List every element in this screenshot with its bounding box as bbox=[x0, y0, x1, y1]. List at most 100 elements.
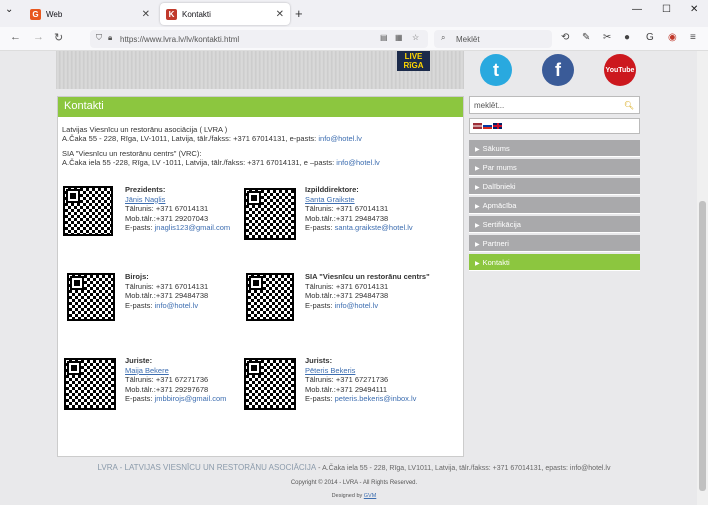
menu-label: Kontakti bbox=[482, 258, 510, 267]
contact-person-link[interactable]: Jānis Naglis bbox=[125, 195, 230, 205]
contact-role: Birojs: bbox=[125, 272, 149, 281]
contact-email-link[interactable]: info@hotel.lv bbox=[155, 301, 198, 310]
tab-bar: G Web ✕ K Kontakti ✕ + — ☐ ✕ ⌄ bbox=[0, 0, 708, 27]
footer-org: LVRA - LATVIJAS VIESNĪCU UN RESTORĀNU AS… bbox=[97, 463, 317, 472]
sidebar-item-kontakti[interactable]: ▶ Kontakti bbox=[469, 254, 640, 271]
youtube-icon[interactable]: YouTube bbox=[604, 54, 636, 86]
sidebar-item-sertifikacija[interactable]: ▶ Sertifikācija bbox=[469, 216, 640, 233]
maximize-icon[interactable]: ☐ bbox=[662, 4, 671, 15]
site-search-input[interactable]: meklēt... 🔍︎ bbox=[469, 96, 640, 114]
contact-mobile: Mob.tālr.:+371 29484738 bbox=[125, 291, 209, 300]
twitter-icon[interactable]: t bbox=[480, 54, 512, 86]
web-page: LIVE RīGA t f YouTube Kontakti Latvijas … bbox=[0, 51, 708, 505]
sidebar-item-sakums[interactable]: ▶ Sākums bbox=[469, 140, 640, 157]
arrow-right-icon: ▶ bbox=[475, 261, 480, 267]
tab-kontakti[interactable]: K Kontakti ✕ bbox=[160, 3, 290, 25]
email-label: E-pasts: bbox=[305, 394, 333, 403]
lock-icon[interactable]: 🔒︎ bbox=[108, 33, 112, 43]
close-window-icon[interactable]: ✕ bbox=[690, 4, 698, 15]
live-riga-logo[interactable]: LIVE RīGA bbox=[397, 51, 430, 71]
g-favicon-icon: G bbox=[30, 8, 41, 20]
menu-label: Sākums bbox=[482, 144, 510, 153]
scrollbar[interactable] bbox=[697, 51, 708, 505]
email-label: E-pasts: bbox=[125, 300, 153, 310]
qr-code-icon bbox=[64, 358, 116, 410]
sidebar-item-partneri[interactable]: ▶ Partneri bbox=[469, 235, 640, 252]
tab-label: Web bbox=[46, 9, 63, 19]
minimize-icon[interactable]: — bbox=[632, 4, 642, 15]
arrow-right-icon: ▶ bbox=[475, 242, 480, 248]
forward-icon[interactable]: → bbox=[33, 31, 44, 43]
menu-label: Sertifikācija bbox=[482, 220, 521, 229]
arrow-right-icon: ▶ bbox=[475, 204, 480, 210]
contact-role: Jurists: bbox=[305, 356, 333, 365]
profile-icon[interactable]: ● bbox=[624, 32, 630, 43]
latvian-flag-icon[interactable] bbox=[473, 123, 482, 129]
contact-phone: Tālrunis: +371 67014131 bbox=[305, 281, 389, 291]
english-flag-icon[interactable] bbox=[493, 123, 502, 129]
translate-icon[interactable]: G bbox=[646, 32, 654, 43]
qr-icon[interactable]: ▦ bbox=[395, 33, 403, 42]
contact-email-link[interactable]: jmbbirojs@gmail.com bbox=[155, 394, 227, 403]
qr-code-icon bbox=[244, 358, 296, 410]
contact-email-link[interactable]: info@hotel.lv bbox=[335, 301, 378, 310]
scrollbar-thumb[interactable] bbox=[699, 201, 706, 491]
new-tab-button[interactable]: + bbox=[295, 6, 303, 21]
history-icon[interactable]: ⟲ bbox=[561, 32, 569, 43]
sidebar-item-dalibnieki[interactable]: ▶ Dalībnieki bbox=[469, 178, 640, 195]
org2-address: A.Čaka iela 55 -228, Rīga, LV -1011, Lat… bbox=[62, 158, 335, 167]
contact-person-link[interactable]: Pēteris Bekeris bbox=[305, 366, 416, 376]
contact-role: Izpilddirektore: bbox=[305, 185, 359, 194]
contact-email-link[interactable]: jnaglis123@gmail.com bbox=[155, 223, 231, 232]
sidebar-item-apmaciba[interactable]: ▶ Apmācība bbox=[469, 197, 640, 214]
main-content: Kontakti Latvijas Viesnīcu un restorānu … bbox=[57, 96, 464, 457]
footer-copyright: Copyright © 2014 - LVRA - All Rights Res… bbox=[290, 480, 418, 486]
contact-person-link[interactable]: Santa Graikste bbox=[305, 195, 413, 205]
tab-list-icon[interactable]: ⌄ bbox=[5, 4, 13, 15]
close-tab-icon[interactable]: ✕ bbox=[142, 9, 150, 20]
menu-label: Apmācība bbox=[482, 201, 517, 210]
contact-phone: Tālrunis: +371 67014131 bbox=[125, 204, 209, 213]
search-icon[interactable]: 🔍︎ bbox=[624, 101, 634, 110]
menu-icon[interactable]: ≡ bbox=[690, 32, 696, 43]
url-text[interactable]: https://www.lvra.lv/lv/kontakti.html bbox=[120, 35, 239, 44]
contact-person-link[interactable]: Maija Bekere bbox=[125, 366, 226, 376]
contact-phone: Tālrunis: +371 67271736 bbox=[125, 375, 209, 384]
contact-card: Juriste: Maija Bekere Tālrunis: +371 672… bbox=[125, 356, 226, 404]
tab-web[interactable]: G Web ✕ bbox=[24, 3, 156, 25]
search-icon: ⌕ bbox=[441, 33, 446, 42]
contact-role: SIA "Viesnīcu un restorānu centrs" bbox=[305, 272, 430, 281]
url-bar[interactable]: ⛉ 🔒︎ https://www.lvra.lv/lv/kontakti.htm… bbox=[90, 30, 428, 48]
contact-mobile: Mob.tālr.:+371 29297678 bbox=[125, 384, 209, 394]
contact-email-link[interactable]: santa.graikste@hotel.lv bbox=[335, 223, 413, 232]
bookmark-star-icon[interactable]: ☆ bbox=[412, 33, 419, 42]
facebook-icon[interactable]: f bbox=[542, 54, 574, 86]
contact-mobile: Mob.tālr.:+371 29207043 bbox=[125, 213, 209, 223]
org2-email-link[interactable]: info@hotel.lv bbox=[336, 158, 379, 167]
arrow-right-icon: ▶ bbox=[475, 185, 480, 191]
search-bar[interactable]: ⌕ Meklēt bbox=[434, 30, 552, 48]
sidebar-item-par-mums[interactable]: ▶ Par mums bbox=[469, 159, 640, 176]
qr-code-icon bbox=[63, 186, 113, 236]
extension-icon[interactable]: ✂ bbox=[603, 32, 611, 43]
contact-phone: Tālrunis: +371 67014131 bbox=[305, 204, 389, 213]
footer-address: LVRA - LATVIJAS VIESNĪCU UN RESTORĀNU AS… bbox=[0, 463, 708, 472]
contact-role: Prezidents: bbox=[125, 185, 166, 194]
back-icon[interactable]: ← bbox=[10, 31, 21, 43]
tools-icon[interactable]: ✎ bbox=[582, 32, 590, 43]
contact-mobile: Mob.tālr.:+371 29484738 bbox=[305, 291, 389, 300]
russian-flag-icon[interactable] bbox=[483, 123, 492, 129]
reload-icon[interactable]: ↻ bbox=[54, 31, 63, 44]
menu-label: Partneri bbox=[482, 239, 509, 248]
contact-email-link[interactable]: peteris.bekeris@inbox.lv bbox=[335, 394, 417, 403]
addon-badge-icon[interactable]: ◉ bbox=[668, 32, 677, 43]
org1-name: Latvijas Viesnīcu un restorānu asociācij… bbox=[62, 125, 228, 134]
designer-link[interactable]: GVM bbox=[364, 493, 377, 499]
shield-icon[interactable]: ⛉ bbox=[96, 33, 102, 43]
contact-mobile: Mob.tālr.:+371 29494111 bbox=[305, 384, 388, 394]
email-label: E-pasts: bbox=[125, 223, 153, 232]
contact-role: Juriste: bbox=[125, 356, 153, 365]
org1-email-link[interactable]: info@hotel.lv bbox=[318, 134, 361, 143]
close-tab-icon[interactable]: ✕ bbox=[276, 9, 284, 20]
reader-icon[interactable]: ▤ bbox=[380, 33, 388, 42]
